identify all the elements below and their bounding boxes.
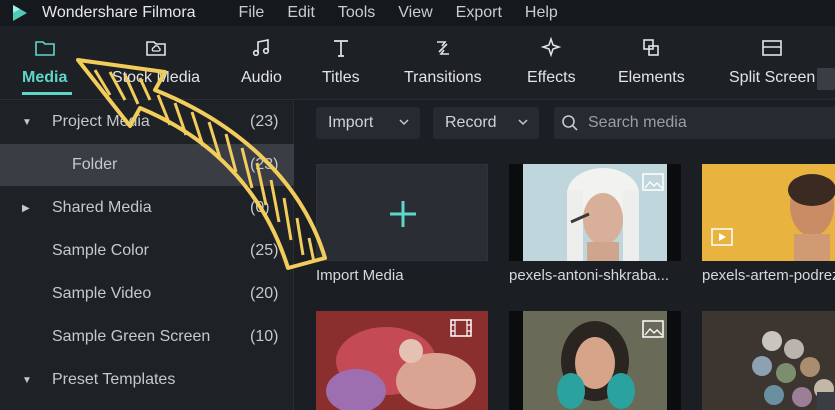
- media-thumbnail[interactable]: [702, 164, 835, 261]
- sidebar-item-sample-color[interactable]: Sample Color (25): [0, 230, 294, 272]
- menu-export[interactable]: Export: [456, 4, 502, 22]
- media-library-sidebar: ▼ Project Media (23) Folder (23) ▶ Share…: [0, 101, 294, 410]
- menu-help[interactable]: Help: [525, 4, 558, 22]
- media-thumbnail[interactable]: [316, 311, 488, 410]
- import-media-tile[interactable]: [316, 164, 488, 261]
- cloud-folder-icon: [146, 41, 166, 56]
- filmora-logo-icon: [13, 5, 27, 21]
- search-icon: [562, 115, 578, 131]
- sidebar-item-shared-media[interactable]: ▶ Shared Media (0): [0, 187, 294, 229]
- title-bar: Wondershare Filmora File Edit Tools View…: [0, 0, 835, 26]
- tab-split-screen[interactable]: Split Screen: [729, 36, 815, 87]
- tab-elements[interactable]: Elements: [618, 36, 685, 87]
- app-title: Wondershare Filmora: [42, 4, 196, 21]
- text-t-icon: [333, 40, 348, 57]
- caret-down-icon[interactable]: ▼: [22, 117, 32, 128]
- record-dropdown[interactable]: Record: [433, 107, 539, 139]
- media-content-area: Import Record Import Media pexels-antoni…: [295, 101, 835, 410]
- media-thumbnail[interactable]: [509, 164, 681, 261]
- music-note-icon: [253, 39, 270, 57]
- folder-icon: [34, 41, 55, 56]
- tab-stock-media[interactable]: Stock Media: [112, 36, 200, 87]
- video-badge-icon: [711, 228, 733, 246]
- tile-label: pexels-antoni-shkraba...: [509, 267, 670, 284]
- caret-down-icon[interactable]: ▼: [22, 375, 32, 386]
- chevron-down-icon: [399, 119, 409, 126]
- menu-bar: File Edit Tools View Export Help: [239, 4, 581, 22]
- split-screen-icon: [762, 40, 782, 56]
- transition-icon: [436, 41, 449, 55]
- tab-effects[interactable]: Effects: [527, 36, 576, 87]
- tab-titles[interactable]: Titles: [322, 36, 360, 87]
- sidebar-item-sample-video[interactable]: Sample Video (20): [0, 273, 294, 315]
- sidebar-item-sample-green-screen[interactable]: Sample Green Screen (10): [0, 316, 294, 358]
- sidebar-item-folder[interactable]: Folder (23): [0, 144, 294, 186]
- caret-right-icon[interactable]: ▶: [22, 203, 30, 214]
- import-dropdown[interactable]: Import: [316, 107, 420, 139]
- main-toolbar: Media Stock Media Audio Titles Transitio…: [0, 26, 835, 100]
- search-box[interactable]: [554, 107, 835, 139]
- plus-icon: [390, 201, 416, 227]
- thumbnail-image-glitter-palette: [702, 311, 835, 410]
- menu-file[interactable]: File: [239, 4, 265, 22]
- image-badge-icon: [642, 173, 664, 191]
- tab-audio[interactable]: Audio: [241, 36, 282, 87]
- thumbnail-video-woman-yellow: [702, 164, 835, 261]
- image-badge-icon: [642, 320, 664, 338]
- sidebar-item-preset-templates[interactable]: ▼ Preset Templates: [0, 359, 294, 401]
- chevron-down-icon: [518, 119, 528, 126]
- sparkle-icon: [540, 36, 562, 58]
- menu-view[interactable]: View: [398, 4, 432, 22]
- elements-icon: [643, 39, 660, 56]
- scroll-corner: [817, 392, 835, 410]
- tile-label: Import Media: [316, 267, 404, 284]
- toolbar-overflow-button[interactable]: [817, 68, 835, 90]
- active-tab-underline: [22, 92, 72, 95]
- tile-label: pexels-artem-podrez: [702, 267, 835, 284]
- tab-media[interactable]: Media: [22, 36, 67, 87]
- tab-transitions[interactable]: Transitions: [404, 36, 482, 87]
- media-thumbnail[interactable]: [702, 311, 835, 410]
- media-thumbnail[interactable]: [509, 311, 681, 410]
- sidebar-item-project-media[interactable]: ▼ Project Media (23): [0, 101, 294, 143]
- menu-edit[interactable]: Edit: [287, 4, 315, 22]
- search-input[interactable]: [588, 114, 828, 132]
- menu-tools[interactable]: Tools: [338, 4, 375, 22]
- video-badge-icon: [450, 319, 472, 337]
